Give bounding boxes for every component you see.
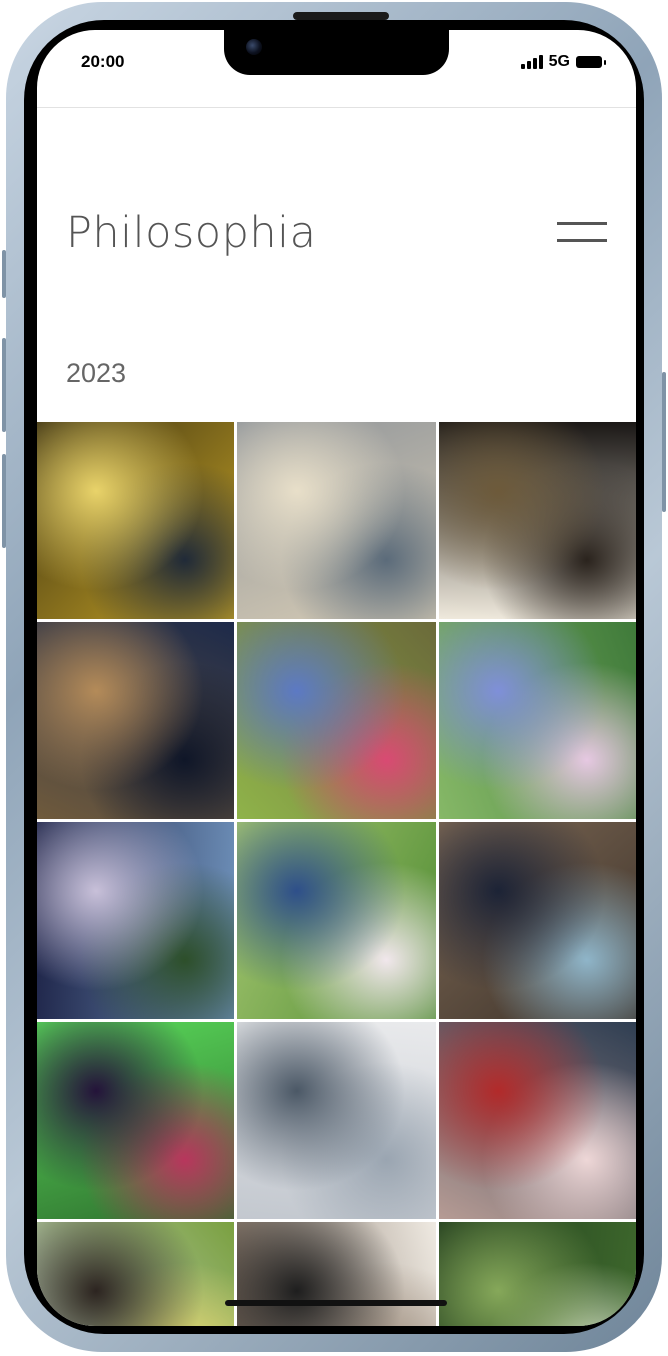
photo-thumbnail[interactable] — [237, 622, 436, 819]
volume-down-button — [2, 454, 6, 548]
status-indicators: 5G — [520, 53, 606, 71]
signal-strength-icon — [520, 55, 543, 69]
photo-grid — [37, 422, 636, 1326]
photo-thumbnail[interactable] — [37, 1222, 234, 1326]
home-indicator[interactable] — [225, 1300, 447, 1306]
photo-thumbnail[interactable] — [237, 1222, 436, 1326]
earpiece-speaker — [293, 12, 389, 20]
photo-thumbnail[interactable] — [439, 422, 636, 619]
photo-thumbnail[interactable] — [439, 1222, 636, 1326]
hamburger-menu-icon[interactable] — [557, 222, 607, 244]
power-button — [662, 372, 666, 512]
status-divider — [37, 107, 636, 108]
network-type: 5G — [548, 53, 570, 70]
photo-thumbnail[interactable] — [237, 422, 436, 619]
silent-switch — [2, 250, 6, 298]
site-title[interactable]: Philosophia — [66, 208, 316, 258]
photo-thumbnail[interactable] — [439, 1022, 636, 1219]
notch — [224, 30, 449, 75]
screen: 20:00 5G Philosophia 2023 — [37, 30, 636, 1326]
status-time: 20:00 — [81, 52, 125, 71]
gallery-year: 2023 — [66, 358, 127, 388]
photo-thumbnail[interactable] — [37, 422, 234, 619]
volume-up-button — [2, 338, 6, 432]
photo-thumbnail[interactable] — [37, 622, 234, 819]
photo-thumbnail[interactable] — [237, 822, 436, 1019]
photo-thumbnail[interactable] — [439, 622, 636, 819]
photo-thumbnail[interactable] — [237, 1022, 436, 1219]
photo-thumbnail[interactable] — [37, 1022, 234, 1219]
front-camera-icon — [246, 39, 262, 55]
photo-thumbnail[interactable] — [439, 822, 636, 1019]
photo-thumbnail[interactable] — [37, 822, 234, 1019]
battery-icon — [576, 56, 606, 68]
